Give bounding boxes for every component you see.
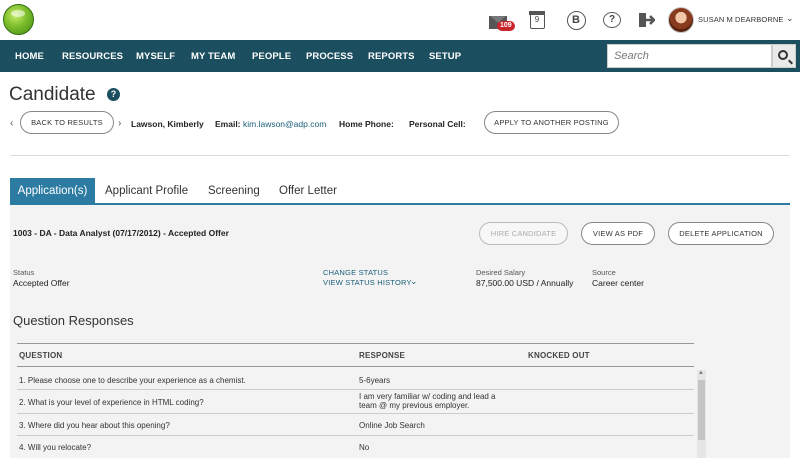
table-row: 1. Please choose one to describe your ex… bbox=[17, 367, 694, 390]
status-label: Status bbox=[13, 268, 35, 277]
home-phone-label: Home Phone: bbox=[339, 119, 394, 129]
help-bubble-icon[interactable]: ? bbox=[602, 10, 622, 30]
logo[interactable] bbox=[3, 4, 34, 35]
email-label: Email: bbox=[215, 119, 241, 129]
question-responses-title: Question Responses bbox=[13, 313, 134, 328]
source-value: Career center bbox=[592, 278, 644, 288]
chevron-left-icon[interactable]: ‹ bbox=[10, 118, 13, 129]
view-status-history-link[interactable]: VIEW STATUS HISTORY bbox=[323, 278, 412, 287]
chevron-right-icon: › bbox=[118, 118, 122, 129]
search-box bbox=[607, 44, 772, 68]
delete-application-button[interactable]: DELETE APPLICATION bbox=[668, 222, 774, 245]
calendar-icon[interactable]: 9 bbox=[527, 10, 547, 30]
email-link[interactable]: kim.lawson@adp.com bbox=[243, 119, 326, 129]
candidate-name: Lawson, Kimberly bbox=[131, 119, 204, 129]
nav-process[interactable]: PROCESS bbox=[306, 51, 353, 62]
response-text-continued: team @ my previous employer. bbox=[359, 401, 470, 410]
exit-icon[interactable] bbox=[637, 10, 657, 30]
response-text: I am very familiar w/ coding and lead a bbox=[359, 392, 496, 401]
question-text: 2. What is your level of experience in H… bbox=[19, 398, 204, 407]
table-row: 4. Will you relocate? No bbox=[17, 436, 694, 458]
top-bar: 109 9 B ? SUSAN M DEARBORNE ⌄ bbox=[0, 0, 800, 40]
nav-myself[interactable]: MYSELF bbox=[136, 51, 175, 62]
divider bbox=[10, 155, 790, 156]
view-as-pdf-button[interactable]: VIEW AS PDF bbox=[581, 222, 655, 245]
b-icon[interactable]: B bbox=[566, 10, 586, 30]
table-row: 3. Where did you hear about this opening… bbox=[17, 414, 694, 436]
nav-reports[interactable]: REPORTS bbox=[368, 51, 415, 62]
avatar[interactable] bbox=[668, 7, 694, 33]
nav-setup[interactable]: SETUP bbox=[429, 51, 461, 62]
chevron-down-icon[interactable]: ⌄ bbox=[786, 13, 794, 24]
hire-candidate-button[interactable]: HIRE CANDIDATE bbox=[479, 222, 568, 245]
back-to-results-button[interactable]: BACK TO RESULTS bbox=[20, 111, 114, 134]
tab-screening[interactable]: Screening bbox=[200, 178, 268, 203]
search-button[interactable] bbox=[772, 44, 796, 68]
question-text: 1. Please choose one to describe your ex… bbox=[19, 376, 246, 385]
tab-applicant-profile[interactable]: Applicant Profile bbox=[97, 178, 196, 203]
scroll-up-arrow-icon[interactable]: ▲ bbox=[698, 370, 704, 376]
change-status-link[interactable]: CHANGE STATUS bbox=[323, 268, 388, 277]
source-label: Source bbox=[592, 268, 616, 277]
scrollbar-thumb[interactable] bbox=[698, 380, 705, 440]
nav-home[interactable]: HOME bbox=[15, 51, 44, 62]
desired-salary-value: 87,500.00 USD / Annually bbox=[476, 278, 574, 288]
mail-count-badge: 109 bbox=[497, 21, 515, 31]
response-text: 5-6years bbox=[359, 376, 391, 385]
response-text: No bbox=[359, 443, 370, 452]
column-header-response: RESPONSE bbox=[359, 351, 406, 360]
column-header-knocked-out: KNOCKED OUT bbox=[528, 351, 590, 360]
table-row: 2. What is your level of experience in H… bbox=[17, 390, 694, 414]
application-title: 1003 - DA - Data Analyst (07/17/2012) - … bbox=[13, 228, 229, 238]
question-text: 3. Where did you hear about this opening… bbox=[19, 421, 170, 430]
status-value: Accepted Offer bbox=[13, 278, 70, 288]
nav-my-team[interactable]: MY TEAM bbox=[191, 51, 235, 62]
desired-salary-label: Desired Salary bbox=[476, 268, 526, 277]
table-header: QUESTION RESPONSE KNOCKED OUT bbox=[17, 343, 694, 367]
response-text: Online Job Search bbox=[359, 421, 425, 430]
column-header-question: QUESTION bbox=[19, 351, 63, 360]
tab-offer-letter[interactable]: Offer Letter bbox=[271, 178, 345, 203]
search-icon bbox=[778, 50, 788, 60]
tab-applications[interactable]: Application(s) bbox=[10, 178, 95, 203]
help-icon[interactable]: ? bbox=[107, 88, 120, 101]
nav-people[interactable]: PEOPLE bbox=[252, 51, 291, 62]
search-input[interactable] bbox=[608, 45, 771, 67]
user-name[interactable]: SUSAN M DEARBORNE bbox=[698, 15, 783, 24]
nav-resources[interactable]: RESOURCES bbox=[62, 51, 123, 62]
question-text: 4. Will you relocate? bbox=[19, 443, 92, 452]
personal-cell-label: Personal Cell: bbox=[409, 119, 466, 129]
chevron-down-icon[interactable]: ⌄ bbox=[410, 276, 418, 287]
apply-another-posting-button[interactable]: APPLY TO ANOTHER POSTING bbox=[484, 111, 619, 134]
page-title: Candidate bbox=[9, 84, 96, 105]
